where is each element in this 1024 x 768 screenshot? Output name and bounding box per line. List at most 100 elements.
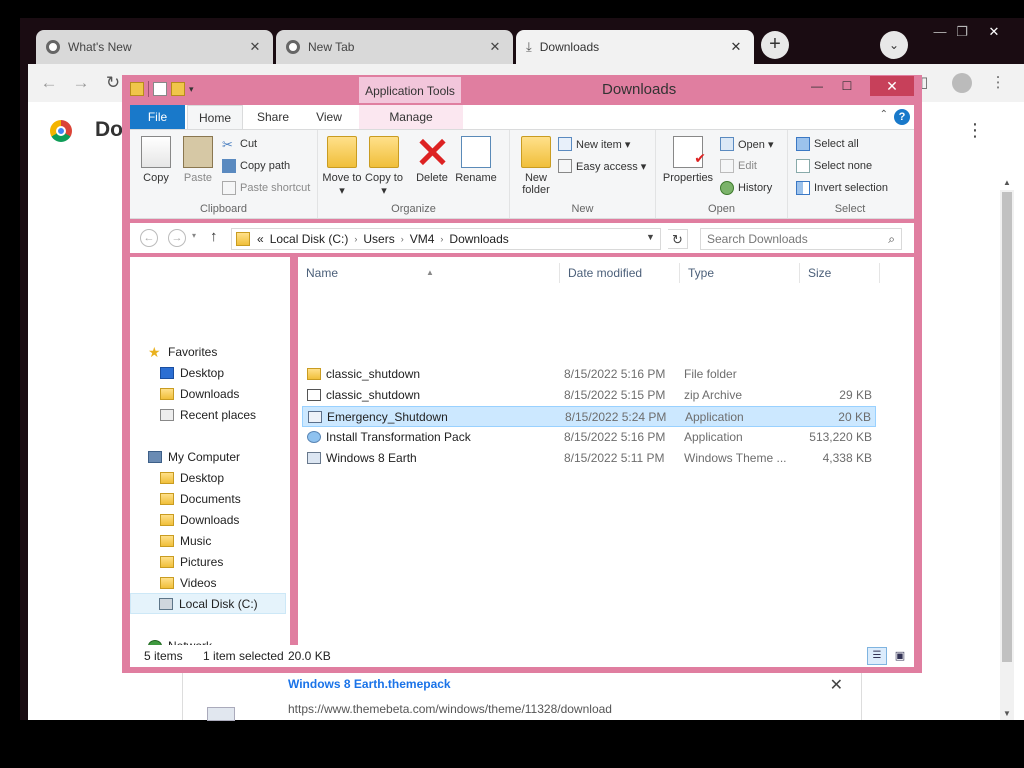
table-row[interactable]: Emergency_Shutdown 8/15/2022 5:24 PM App… bbox=[302, 406, 876, 427]
table-row[interactable]: classic_shutdown 8/15/2022 5:15 PM zip A… bbox=[302, 385, 876, 406]
new-tab-button[interactable]: + bbox=[761, 31, 789, 59]
paste-button[interactable]: Paste bbox=[176, 134, 220, 184]
copy-path-button[interactable]: Copy path bbox=[222, 156, 290, 176]
chevron-down-icon[interactable]: ▼ bbox=[646, 232, 655, 242]
tab-view[interactable]: View bbox=[306, 105, 352, 129]
select-none-button[interactable]: Select none bbox=[796, 156, 872, 176]
file-name: Windows 8 Earth bbox=[326, 451, 417, 465]
new-folder-icon[interactable] bbox=[171, 82, 185, 96]
nav-favorites[interactable]: ★ Favorites bbox=[148, 341, 217, 362]
nav-pc-videos[interactable]: Videos bbox=[160, 572, 216, 593]
close-icon[interactable]: ✕ bbox=[830, 675, 843, 695]
chevron-right-icon[interactable]: › bbox=[440, 234, 443, 244]
chevron-down-icon[interactable]: ▾ bbox=[189, 84, 194, 95]
nav-pc-pictures[interactable]: Pictures bbox=[160, 551, 223, 572]
close-icon[interactable]: ✕ bbox=[247, 39, 263, 55]
select-all-button[interactable]: Select all bbox=[796, 134, 859, 154]
close-icon[interactable]: ✕ bbox=[984, 22, 1004, 42]
breadcrumb-vm4[interactable]: VM4 bbox=[410, 232, 435, 246]
refresh-icon[interactable]: ↻ bbox=[668, 229, 688, 249]
maximize-icon[interactable]: ❐ bbox=[952, 22, 972, 42]
tab-downloads[interactable]: ⤓ Downloads ✕ bbox=[516, 30, 754, 64]
close-icon[interactable]: ✕ bbox=[870, 76, 914, 96]
up-arrow-icon[interactable]: ↑ bbox=[210, 228, 218, 245]
group-new: New folder New item ▾ Easy access ▾ New bbox=[510, 130, 656, 218]
maximize-icon[interactable]: ☐ bbox=[834, 76, 860, 96]
open-button[interactable]: Open ▾ bbox=[720, 134, 774, 154]
new-folder-button[interactable]: New folder bbox=[514, 134, 558, 196]
nav-fav-downloads[interactable]: Downloads bbox=[160, 383, 239, 404]
nav-pc-documents[interactable]: Documents bbox=[160, 488, 241, 509]
scroll-up-icon[interactable]: ▲ bbox=[1000, 178, 1014, 187]
forward-icon[interactable]: → bbox=[70, 72, 92, 94]
move-to-button[interactable]: Move to ▾ bbox=[320, 134, 364, 197]
copy-button[interactable]: Copy bbox=[134, 134, 178, 184]
column-header-size[interactable]: Size bbox=[800, 263, 880, 283]
nav-pc-downloads[interactable]: Downloads bbox=[160, 509, 239, 530]
minimize-icon[interactable]: — bbox=[804, 76, 830, 96]
nav-pc-local-disk[interactable]: Local Disk (C:) bbox=[130, 593, 286, 614]
column-header-type[interactable]: Type bbox=[680, 263, 800, 283]
delete-button[interactable]: Delete bbox=[410, 134, 454, 184]
properties-button[interactable]: Properties bbox=[660, 134, 716, 184]
details-view-icon[interactable]: ☰ bbox=[867, 647, 887, 665]
tab-share[interactable]: Share bbox=[250, 105, 296, 129]
invert-selection-button[interactable]: Invert selection bbox=[796, 178, 888, 198]
menu-icon[interactable]: ⋮ bbox=[991, 74, 1006, 91]
paste-shortcut-button[interactable]: Paste shortcut bbox=[222, 178, 310, 198]
chevron-right-icon[interactable]: › bbox=[401, 234, 404, 244]
help-icon[interactable]: ? bbox=[894, 109, 910, 125]
close-icon[interactable]: ✕ bbox=[728, 39, 744, 55]
disk-icon bbox=[159, 597, 173, 610]
large-icons-view-icon[interactable]: ▣ bbox=[890, 647, 910, 665]
menu-icon[interactable]: ⋮ bbox=[966, 120, 984, 141]
nav-fav-recent-places[interactable]: Recent places bbox=[160, 404, 256, 425]
reload-icon[interactable]: ↻ bbox=[102, 72, 124, 94]
close-icon[interactable]: ✕ bbox=[487, 39, 503, 55]
search-icon[interactable]: ⌕ bbox=[888, 232, 895, 247]
chevron-down-icon[interactable]: ▾ bbox=[192, 231, 196, 240]
back-icon[interactable]: ← bbox=[140, 229, 158, 247]
search-input[interactable]: Search Downloads ⌕ bbox=[700, 228, 902, 250]
column-header-date[interactable]: Date modified bbox=[560, 263, 680, 283]
nav-my-computer[interactable]: My Computer bbox=[148, 446, 240, 467]
address-bar[interactable]: « Local Disk (C:) › Users › VM4 › Downlo… bbox=[231, 228, 661, 250]
scroll-down-icon[interactable]: ▼ bbox=[1000, 709, 1014, 718]
table-row[interactable]: classic_shutdown 8/15/2022 5:16 PM File … bbox=[302, 364, 876, 385]
breadcrumb-downloads[interactable]: Downloads bbox=[449, 232, 508, 246]
column-header-name[interactable]: Name ▲ bbox=[298, 263, 560, 283]
tab-file[interactable]: File bbox=[130, 105, 185, 129]
nav-fav-desktop[interactable]: Desktop bbox=[160, 362, 224, 383]
copy-to-button[interactable]: Copy to ▾ bbox=[362, 134, 406, 197]
table-row[interactable]: Windows 8 Earth 8/15/2022 5:11 PM Window… bbox=[302, 448, 876, 469]
avatar[interactable] bbox=[952, 73, 973, 94]
tab-home[interactable]: Home bbox=[187, 105, 243, 129]
history-button[interactable]: History bbox=[720, 178, 772, 198]
tab-whats-new[interactable]: What's New ✕ bbox=[36, 30, 273, 64]
tab-manage[interactable]: Manage bbox=[359, 105, 463, 129]
chevron-up-icon[interactable]: ⌃ bbox=[880, 109, 888, 120]
recent-places-icon bbox=[160, 408, 174, 421]
rename-button[interactable]: Rename bbox=[454, 134, 498, 184]
back-icon[interactable]: ← bbox=[38, 72, 60, 94]
breadcrumb-local-disk[interactable]: Local Disk (C:) bbox=[270, 232, 349, 246]
scrollbar[interactable]: ▲ ▼ bbox=[1000, 178, 1014, 720]
cut-button[interactable]: ✂ Cut bbox=[222, 134, 257, 154]
tab-new-tab[interactable]: New Tab ✕ bbox=[276, 30, 513, 64]
table-row[interactable]: Install Transformation Pack 8/15/2022 5:… bbox=[302, 427, 876, 448]
properties-icon[interactable] bbox=[153, 82, 167, 96]
breadcrumb-users[interactable]: Users bbox=[363, 232, 394, 246]
forward-icon[interactable]: → bbox=[168, 229, 186, 247]
folder-icon[interactable] bbox=[130, 82, 144, 96]
new-item-button[interactable]: New item ▾ bbox=[558, 134, 630, 154]
nav-pc-desktop[interactable]: Desktop bbox=[160, 467, 224, 488]
chevron-down-icon[interactable]: ⌄ bbox=[880, 31, 908, 59]
easy-access-button[interactable]: Easy access ▾ bbox=[558, 156, 646, 176]
scrollbar-thumb[interactable] bbox=[1002, 192, 1012, 662]
download-file-link[interactable]: Windows 8 Earth.themepack bbox=[288, 677, 451, 691]
breadcrumb-overflow[interactable]: « bbox=[257, 232, 264, 246]
nav-pc-music[interactable]: Music bbox=[160, 530, 211, 551]
chevron-right-icon[interactable]: › bbox=[354, 234, 357, 244]
minimize-icon[interactable]: — bbox=[930, 22, 950, 42]
edit-button[interactable]: Edit bbox=[720, 156, 757, 176]
